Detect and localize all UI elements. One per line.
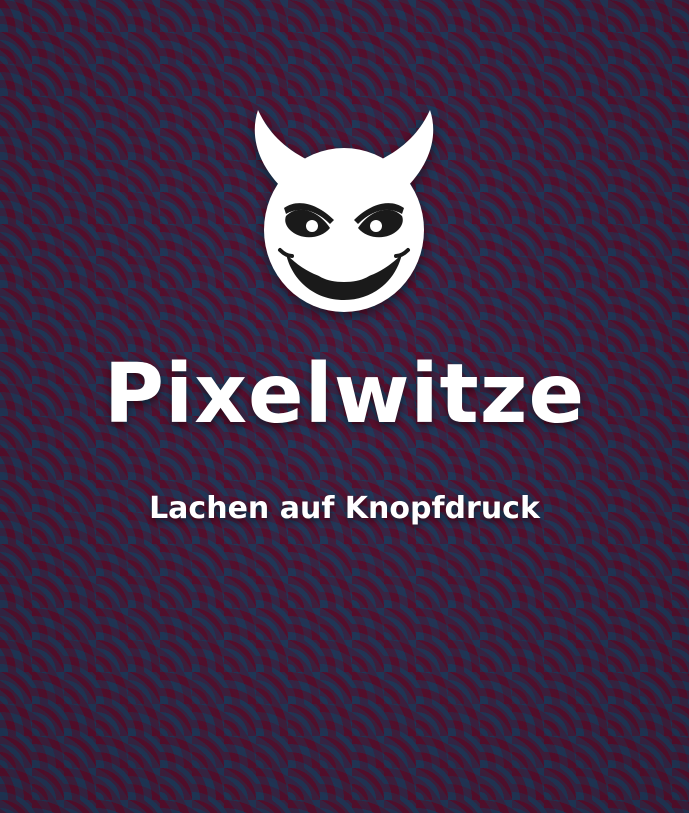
app-title: Pixelwitze	[103, 347, 586, 442]
hero-section: Pixelwitze Lachen auf Knopfdruck	[0, 0, 689, 813]
devil-face-icon	[254, 110, 434, 312]
app-tagline: Lachen auf Knopfdruck	[149, 491, 540, 526]
